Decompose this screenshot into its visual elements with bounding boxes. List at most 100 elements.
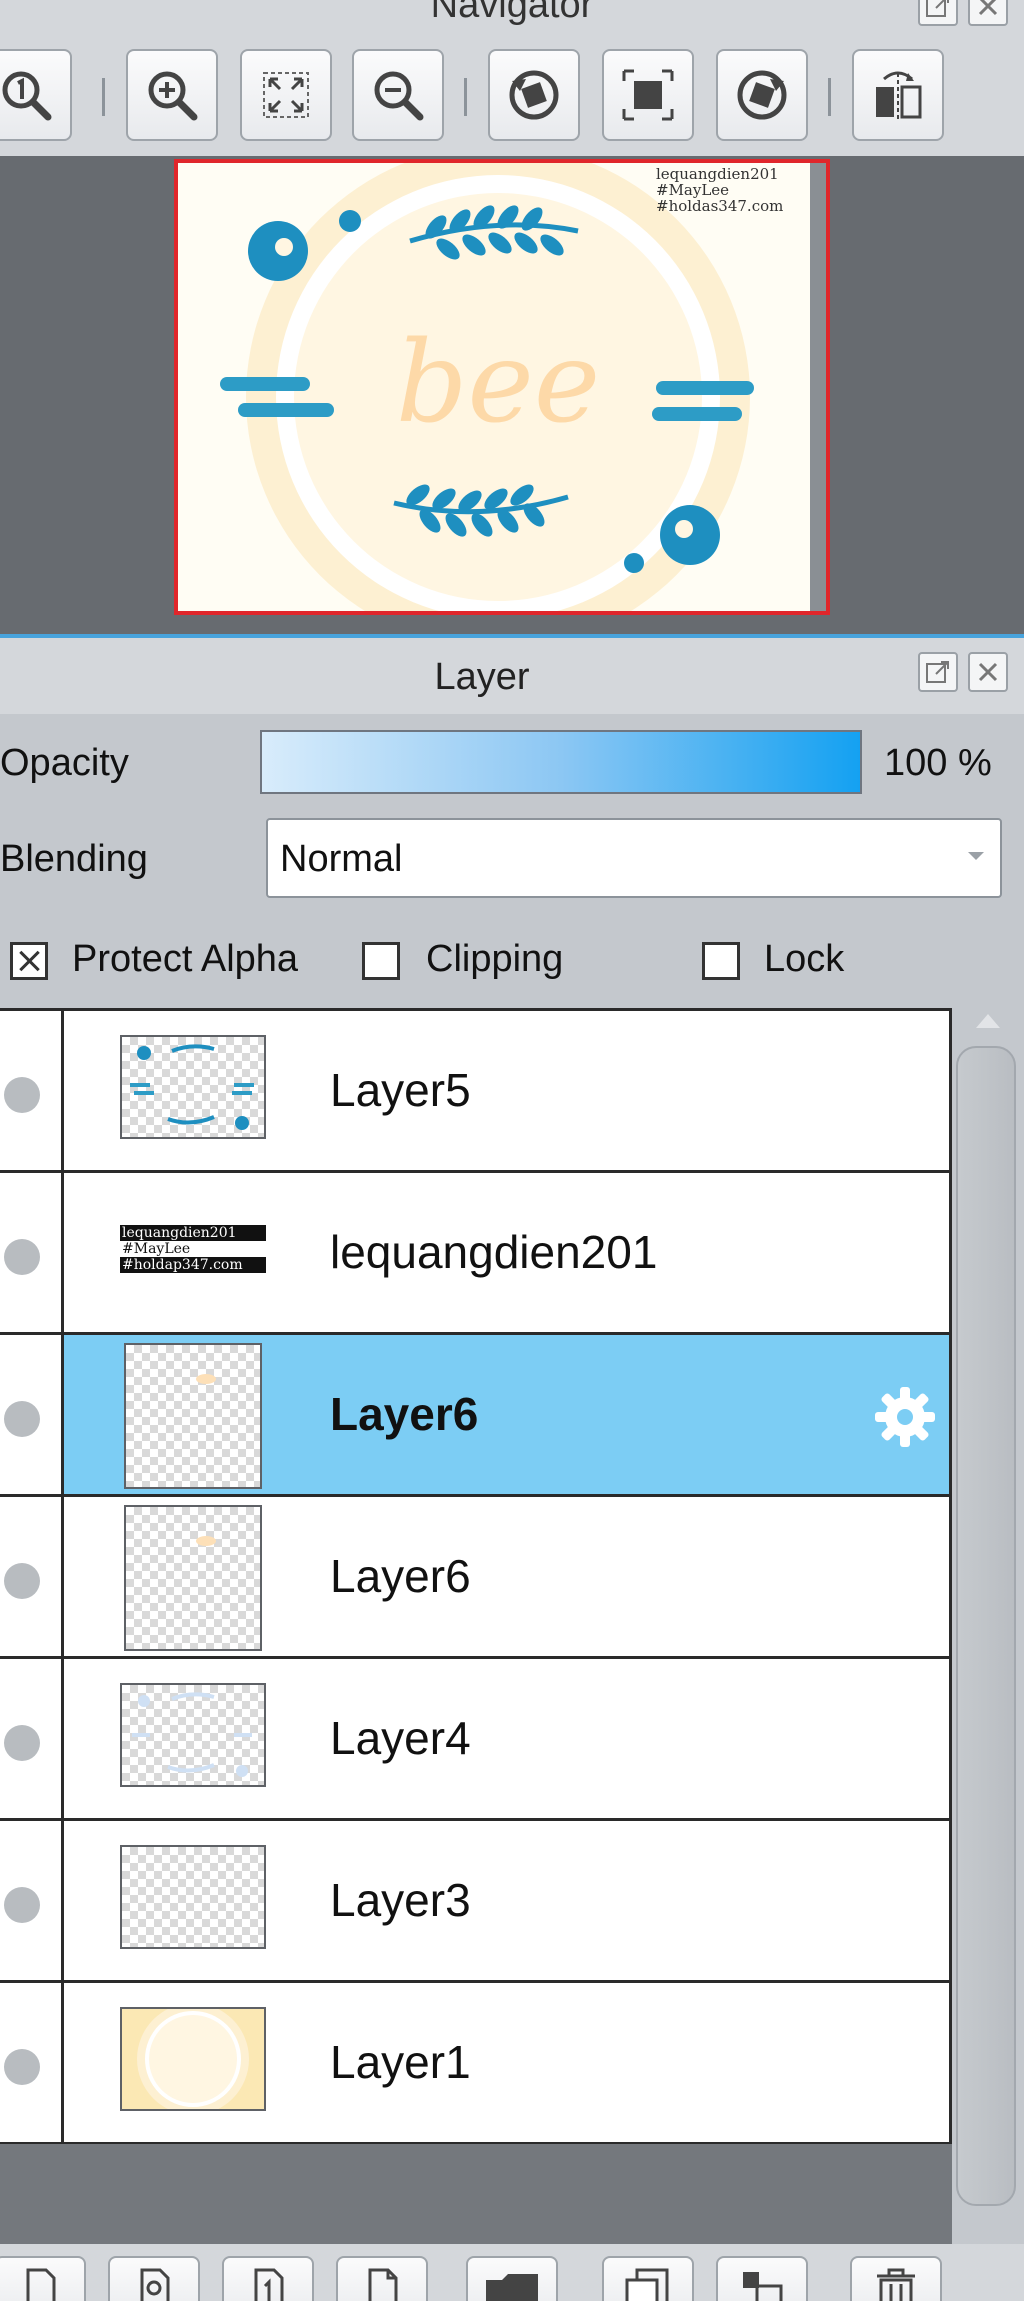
folder-icon (486, 2274, 538, 2301)
trash-icon (877, 2268, 915, 2301)
rotate-ccw-icon (509, 70, 559, 120)
layer-name: Layer6 (330, 1388, 479, 1440)
layer-list-scrollbar[interactable] (952, 1008, 1024, 2208)
duplicate-icon (625, 2268, 669, 2301)
visibility-toggle[interactable] (0, 1497, 64, 1659)
visibility-toggle[interactable] (0, 1821, 64, 1983)
close-icon (978, 662, 998, 682)
navigator-preview-area[interactable]: bee lequangdien201 #MayLee #holdas347.co… (0, 156, 1024, 634)
layer-row-body[interactable]: lequangdien201 #MayLee #holdap347.com le… (64, 1173, 952, 1335)
zoom-out-icon (374, 71, 424, 121)
layer-panel-close-button[interactable] (968, 652, 1008, 692)
layer-name: Layer1 (330, 2036, 471, 2088)
new-1bit-layer-button[interactable] (222, 2256, 314, 2301)
new-layer-from-clipboard-button[interactable] (108, 2256, 200, 2301)
clipping-checkbox[interactable] (362, 942, 400, 980)
layer-properties: Opacity 100 % Blending Normal Protect Al… (0, 714, 1024, 1010)
layer-row-selected[interactable]: Layer6 (0, 1335, 952, 1497)
layer-row[interactable]: Layer3 (0, 1821, 952, 1983)
layer-thumbnail (120, 1683, 266, 1787)
zoom-out-button[interactable] (352, 49, 444, 141)
visibility-dot-icon (4, 1725, 40, 1761)
gear-icon[interactable] (869, 1381, 941, 1453)
layer-row-body[interactable]: Layer5 (64, 1011, 952, 1173)
flip-horizontal-button[interactable] (852, 49, 944, 141)
reset-view-icon (622, 69, 674, 121)
rotate-clockwise-button[interactable] (716, 49, 808, 141)
new-halftone-layer-button[interactable] (336, 2256, 428, 2301)
fit-to-window-button[interactable] (240, 49, 332, 141)
layer-row-body[interactable]: Layer6 (64, 1335, 952, 1497)
rotate-counterclockwise-button[interactable] (488, 49, 580, 141)
new-1bit-layer-icon (254, 2268, 284, 2301)
zoom-in-icon (148, 71, 198, 121)
layer-row[interactable]: Layer4 (0, 1659, 952, 1821)
visibility-toggle[interactable] (0, 1983, 64, 2145)
layer-name: Layer4 (330, 1712, 471, 1764)
visibility-dot-icon (4, 1887, 40, 1923)
zoom-in-button[interactable] (126, 49, 218, 141)
layer-row[interactable]: Layer6 (0, 1497, 952, 1659)
layer-row-body[interactable]: Layer4 (64, 1659, 952, 1821)
opacity-label: Opacity (0, 742, 129, 784)
delete-layer-button[interactable] (850, 2256, 942, 2301)
layer-panel-float-button[interactable] (918, 652, 958, 692)
navigator-header: Navigator (0, 0, 1024, 40)
layer-thumbnail: lequangdien201 #MayLee #holdap347.com (120, 1225, 266, 1279)
layer-panel-title: Layer (434, 656, 530, 698)
opacity-value: 100 % (884, 742, 992, 784)
rotate-cw-icon (737, 70, 787, 120)
merge-down-button[interactable] (716, 2256, 808, 2301)
visibility-dot-icon (4, 2049, 40, 2085)
navigator-view-rectangle[interactable]: bee lequangdien201 #MayLee #holdas347.co… (174, 159, 830, 615)
visibility-toggle[interactable] (0, 1659, 64, 1821)
blending-label: Blending (0, 838, 148, 880)
layer-row-body[interactable]: Layer6 (64, 1497, 952, 1659)
lock-label: Lock (764, 938, 845, 980)
float-window-icon (926, 0, 949, 17)
blending-select[interactable]: Normal (266, 818, 1002, 898)
layer-row[interactable]: Layer5 (0, 1011, 952, 1173)
visibility-dot-icon (4, 1563, 40, 1599)
layer-row[interactable]: Layer1 (0, 1983, 952, 2145)
layer-thumbnail-image (122, 2009, 264, 2109)
opacity-slider[interactable] (260, 730, 862, 794)
new-halftone-layer-icon (368, 2268, 398, 2301)
chevron-down-icon (968, 852, 984, 860)
toolbar-separator (102, 78, 105, 116)
reset-view-button[interactable] (602, 49, 694, 141)
navigator-close-button[interactable] (968, 0, 1008, 26)
clipping-label: Clipping (426, 938, 564, 980)
preview-center-text: bee (396, 318, 600, 448)
zoom-actual-size-button[interactable] (0, 49, 72, 141)
zoom-actual-icon (2, 71, 52, 121)
layer-row-body[interactable]: Layer3 (64, 1821, 952, 1983)
float-window-icon (926, 661, 949, 683)
layer-row-body[interactable]: Layer1 (64, 1983, 952, 2145)
layer-thumbnail-image (132, 1692, 252, 1777)
toolbar-separator (464, 78, 467, 116)
new-layer-button[interactable] (0, 2256, 86, 2301)
new-folder-button[interactable] (466, 2256, 558, 2301)
lock-checkbox[interactable] (702, 942, 740, 980)
layer-thumbnail (124, 1343, 262, 1489)
scroll-up-arrow-icon[interactable] (976, 1014, 1000, 1028)
layer-name: Layer6 (330, 1550, 471, 1602)
layer-panel-header: Layer (0, 638, 1024, 714)
layer-thumbnail-image (196, 1536, 216, 1546)
navigator-float-button[interactable] (918, 0, 958, 26)
protect-alpha-checkbox[interactable] (10, 942, 48, 980)
preview-watermark-line-3: #holdas347.com (656, 197, 783, 215)
layer-row[interactable]: lequangdien201 #MayLee #holdap347.com le… (0, 1173, 952, 1335)
navigator-toolbar (0, 40, 1024, 156)
visibility-dot-icon (4, 1401, 40, 1437)
duplicate-layer-button[interactable] (602, 2256, 694, 2301)
visibility-toggle[interactable] (0, 1011, 64, 1173)
toolbar-separator (828, 78, 831, 116)
thumbnail-text-line: #MayLee (122, 1241, 191, 1257)
layer-thumbnail (120, 2007, 266, 2111)
visibility-toggle[interactable] (0, 1335, 64, 1497)
layer-name: lequangdien201 (330, 1226, 658, 1278)
visibility-toggle[interactable] (0, 1173, 64, 1335)
scrollbar-thumb[interactable] (956, 1046, 1016, 2206)
